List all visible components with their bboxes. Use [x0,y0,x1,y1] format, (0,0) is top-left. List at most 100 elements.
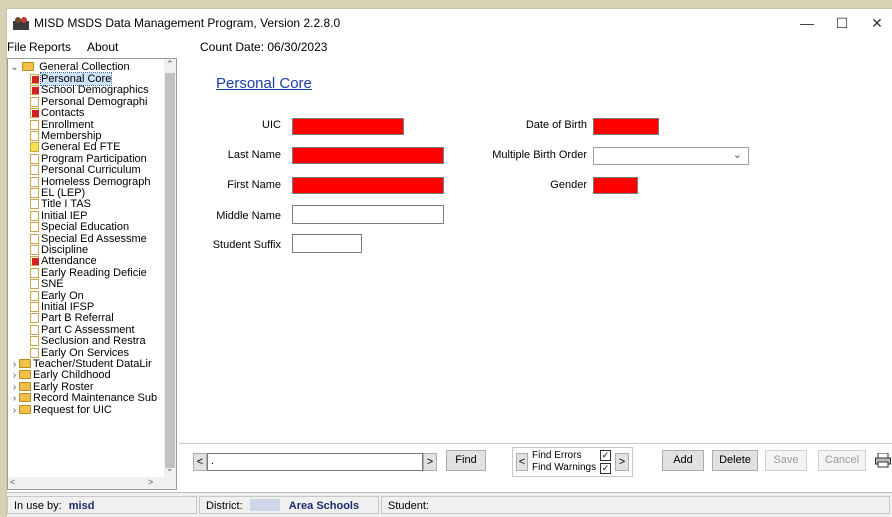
tree-item[interactable]: Initial IEP [30,210,87,222]
tree-vertical-scrollbar[interactable]: ⌃ ⌄ [164,59,176,477]
tree-folder[interactable]: › Early Childhood [10,369,111,381]
tree-item[interactable]: General Ed FTE [30,141,120,153]
chevron-down-icon[interactable]: ⌄ [10,62,19,74]
document-icon [30,313,39,324]
tree-item-label: Membership [41,130,102,142]
document-icon [30,165,39,176]
tree-item[interactable]: Personal Core [30,72,113,86]
tree-item[interactable]: EL (LEP) [30,187,85,199]
tree-item[interactable]: Contacts [30,107,84,119]
menu-about[interactable]: About [87,40,118,54]
navigation-tree[interactable]: ⌄ General Collection Personal Core School… [7,58,177,490]
document-icon [30,222,39,233]
minimize-icon[interactable]: — [787,11,827,35]
tree-root-general-collection[interactable]: ⌄ General Collection [10,61,129,74]
document-icon [30,176,39,187]
find-warnings-checkbox[interactable]: ✓ [600,463,611,474]
tree-item[interactable]: Personal Demographi [30,96,147,108]
document-icon [30,302,39,312]
tree-item[interactable]: Seclusion and Restra [30,335,146,347]
tree-item[interactable]: Personal Curriculum [30,164,141,176]
error-document-icon [30,85,39,96]
menu-file[interactable]: File [7,40,26,54]
document-icon [30,153,39,164]
scroll-right-icon[interactable]: > [148,477,153,487]
scroll-down-icon[interactable]: ⌄ [166,463,174,474]
dob-field[interactable] [593,118,659,135]
document-icon [30,324,39,335]
save-button[interactable]: Save [765,450,807,471]
tree-item[interactable]: Part B Referral [30,312,114,324]
tree-item[interactable]: Special Education [30,221,129,233]
error-document-icon [30,74,39,84]
add-button[interactable]: Add [662,450,704,471]
document-icon [30,267,39,278]
tree-item[interactable]: Early Reading Deficie [30,267,147,279]
tree-item[interactable]: Early On [30,290,84,302]
delete-button[interactable]: Delete [712,450,758,471]
folder-icon [19,370,31,380]
tree-folder-label: Early Childhood [33,369,111,382]
find-errors-checkbox[interactable]: ✓ [600,450,611,461]
tree-item-label: Enrollment [41,118,94,131]
first-name-field[interactable] [292,177,444,194]
middle-name-field[interactable] [292,205,444,224]
gender-field[interactable] [593,177,638,194]
printer-icon[interactable] [875,453,891,468]
find-next-button[interactable]: > [615,453,629,471]
tree-item-label: Discipline [41,244,89,256]
folder-icon [19,359,31,368]
document-icon [30,199,39,210]
tree-item[interactable]: Title I TAS [30,198,91,210]
tree-item-label: EL (LEP) [41,187,86,199]
tree-item[interactable]: Part C Assessment [30,324,135,336]
tree-item[interactable]: Special Ed Assessme [30,233,147,245]
next-record-button[interactable]: > [423,453,437,471]
tree-item[interactable]: Attendance [30,255,97,267]
tree-item-label: Part B Referral [41,312,114,325]
document-icon [30,119,39,130]
document-icon [30,188,39,198]
find-prev-button[interactable]: < [516,453,528,471]
scroll-left-icon[interactable]: < [10,477,15,487]
document-icon [30,290,39,301]
tree-item[interactable]: Discipline [30,244,88,256]
last-name-field[interactable] [292,147,444,164]
menu-reports[interactable]: Reports [29,40,71,54]
prev-record-button[interactable]: < [193,453,207,471]
tree-item[interactable]: Early On Services [30,347,129,359]
tree-item[interactable]: Initial IFSP [30,301,94,313]
tree-item-label: Early On [41,289,84,302]
chevron-right-icon[interactable]: › [10,405,19,417]
student-suffix-field[interactable] [292,234,362,253]
tree-item[interactable]: Membership [30,130,102,142]
tree-folder[interactable]: › Record Maintenance Sub [10,392,157,404]
maximize-icon[interactable]: ☐ [822,11,862,35]
tree-item[interactable]: School Demographics [30,84,149,96]
tree-item[interactable]: Enrollment [30,119,94,131]
close-icon[interactable]: ✕ [857,11,892,35]
tree-item-label: Personal Demographi [41,95,148,108]
tree-horizontal-scrollbar[interactable]: < > [8,477,176,489]
find-button[interactable]: Find [446,450,486,471]
tree-folder[interactable]: › Teacher/Student DataLir [10,358,152,370]
tree-folder[interactable]: › Early Roster [10,381,94,393]
window-title: MISD MSDS Data Management Program, Versi… [34,16,341,30]
tree-folder-label: Request for UIC [33,403,112,416]
tree-item[interactable]: Homeless Demograph [30,176,150,188]
scroll-thumb[interactable] [165,73,175,468]
dob-label: Date of Birth [525,119,587,131]
scroll-up-icon[interactable]: ⌃ [166,59,174,70]
multiple-birth-order-select[interactable]: ⌄ [593,147,749,165]
folder-icon [19,404,31,414]
document-icon [30,131,39,141]
uic-field[interactable] [292,118,404,135]
cancel-button[interactable]: Cancel [818,450,866,471]
tree-folder[interactable]: › Request for UIC [10,404,112,416]
tree-item-label: Contacts [41,107,85,120]
status-bar: In use by: misd District: Area Schools S… [7,492,892,517]
tree-item[interactable]: SNE [30,278,64,290]
tree-folder-label: Record Maintenance Sub [33,392,158,405]
search-input[interactable]: . [207,453,423,471]
tree-item[interactable]: Program Participation [30,153,147,165]
